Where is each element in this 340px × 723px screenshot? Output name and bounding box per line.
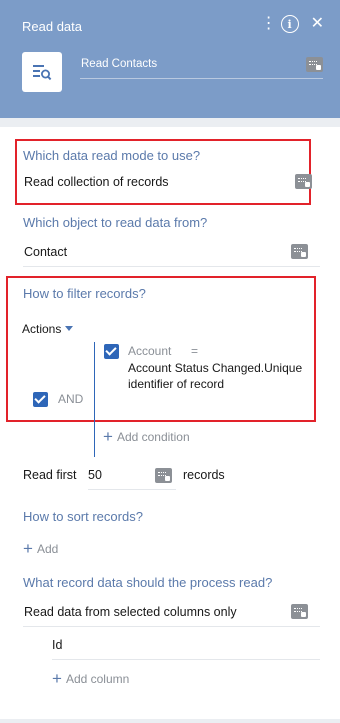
info-icon[interactable]: i — [280, 15, 299, 33]
object-value: Contact — [24, 245, 68, 259]
read-first-parameter-icon[interactable] — [155, 468, 172, 483]
read-mode-value: Read collection of records — [24, 175, 169, 189]
plus-icon: + — [52, 669, 62, 688]
column-item[interactable]: Id — [52, 636, 320, 660]
sort-question: How to sort records? — [23, 509, 143, 524]
plus-icon: + — [103, 427, 113, 446]
filter-group-line — [94, 342, 95, 457]
columns-question: What record data should the process read… — [23, 575, 273, 590]
columns-mode-field[interactable]: Read data from selected columns only — [23, 603, 320, 627]
object-parameter-icon[interactable] — [291, 244, 308, 259]
parameter-icon[interactable] — [306, 57, 323, 72]
page-header: Read data ⋮ i ✕ Read Contacts — [0, 0, 340, 118]
add-column-button[interactable]: + Add column — [52, 670, 129, 687]
columns-mode-parameter-icon[interactable] — [291, 604, 308, 619]
more-options-icon[interactable]: ⋮ — [261, 16, 277, 32]
add-condition-button[interactable]: + Add condition — [103, 428, 190, 445]
read-data-icon — [22, 52, 62, 92]
columns-mode-value: Read data from selected columns only — [24, 605, 237, 619]
page-title: Read data — [22, 19, 82, 34]
bottom-divider — [0, 719, 340, 723]
actions-dropdown[interactable]: Actions — [22, 322, 74, 336]
object-field[interactable]: Contact — [23, 243, 320, 267]
add-column-label: Add column — [65, 671, 130, 686]
read-first-field[interactable]: 50 — [88, 466, 176, 490]
header-actions: ⋮ i ✕ — [261, 15, 324, 33]
condition-column[interactable]: Account — [128, 344, 171, 358]
element-name-field[interactable]: Read Contacts — [80, 57, 323, 79]
plus-icon: + — [23, 539, 33, 558]
group-checkbox[interactable] — [33, 392, 48, 407]
close-icon[interactable]: ✕ — [311, 16, 324, 32]
records-unit-label: records — [183, 468, 225, 482]
element-name-value: Read Contacts — [81, 58, 158, 70]
add-condition-label: Add condition — [116, 429, 190, 444]
read-mode-field[interactable]: Read collection of records — [23, 173, 320, 197]
condition-operator[interactable]: = — [191, 344, 198, 358]
read-mode-parameter-icon[interactable] — [295, 174, 312, 189]
actions-label: Actions — [22, 322, 62, 336]
chevron-down-icon — [65, 326, 74, 331]
read-mode-question: Which data read mode to use? — [23, 148, 201, 163]
add-sort-label: Add — [36, 541, 59, 556]
column-item-label: Id — [52, 638, 63, 652]
condition-checkbox[interactable] — [104, 344, 119, 359]
read-first-value: 50 — [88, 468, 102, 482]
add-sort-button[interactable]: + Add — [23, 540, 58, 557]
condition-value[interactable]: Account Status Changed.Unique identifier… — [128, 360, 318, 392]
header-separator — [0, 118, 340, 127]
filter-question: How to filter records? — [23, 286, 146, 301]
object-question: Which object to read data from? — [23, 215, 208, 230]
read-first-label: Read first — [23, 468, 77, 482]
group-operator[interactable]: AND — [58, 392, 83, 406]
